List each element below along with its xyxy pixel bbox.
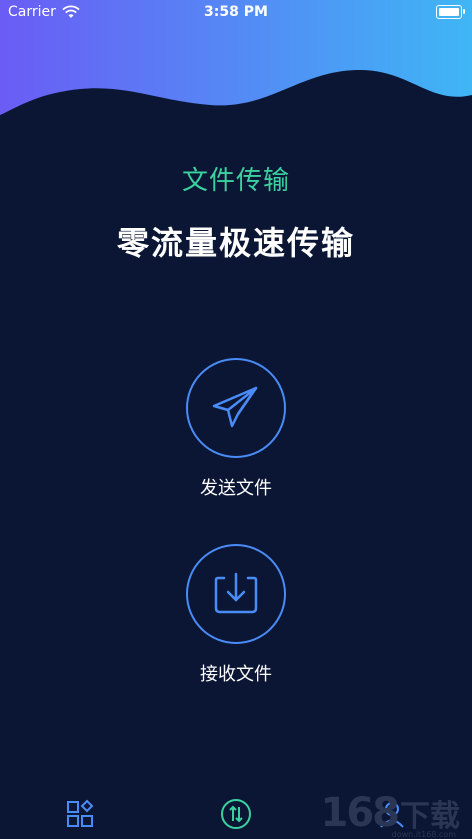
page-subtitle: 文件传输 bbox=[181, 166, 290, 196]
send-file-button[interactable] bbox=[186, 358, 286, 458]
watermark-text: 下载 bbox=[400, 799, 460, 834]
send-file-action[interactable]: 发送文件 bbox=[0, 358, 472, 500]
watermark-url: down.it168.com bbox=[391, 830, 456, 839]
receive-file-action[interactable]: 接收文件 bbox=[0, 544, 472, 686]
download-icon bbox=[214, 572, 258, 614]
watermark: 168 下载 down.it168.com bbox=[320, 790, 461, 839]
battery-icon bbox=[436, 5, 465, 19]
receive-file-label: 接收文件 bbox=[200, 664, 272, 685]
transfer-icon[interactable] bbox=[220, 798, 252, 830]
receive-file-button[interactable] bbox=[186, 544, 286, 644]
send-file-label: 发送文件 bbox=[200, 478, 272, 499]
status-bar: Carrier 3:58 PM bbox=[0, 0, 472, 24]
apps-grid-icon[interactable] bbox=[64, 798, 96, 830]
watermark-number: 168 bbox=[320, 790, 400, 836]
paper-plane-icon bbox=[212, 386, 258, 428]
page-title: 零流量极速传输 bbox=[116, 224, 355, 262]
status-time: 3:58 PM bbox=[204, 4, 268, 20]
